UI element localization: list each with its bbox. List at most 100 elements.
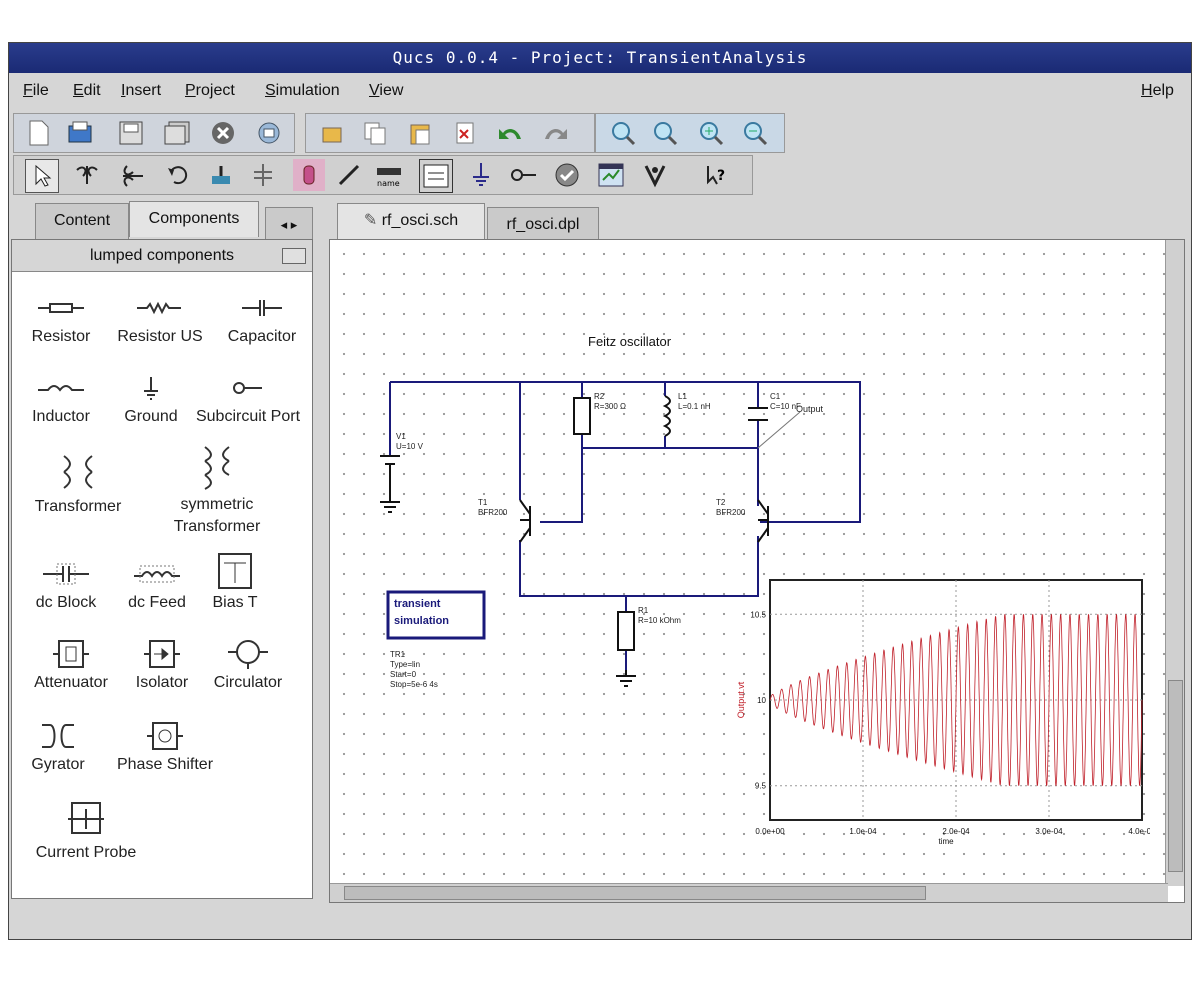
component-dc-feed[interactable]: dc Feed [112,554,202,612]
label-tool-icon[interactable]: name [373,159,405,191]
simulate-icon[interactable] [551,159,583,191]
rotate-icon[interactable] [163,159,195,191]
resistor-us-icon [106,288,214,328]
menu-file[interactable]: File [23,82,49,100]
insert-component-icon[interactable] [293,159,325,191]
toolbar-bottom: name ? [9,155,1191,195]
component-isolator[interactable]: Isolator [120,634,204,692]
tab-components[interactable]: Components [129,201,259,237]
component-resistor[interactable]: Resistor [16,288,106,346]
l1-label: L1 L=0.1 nH [678,392,711,412]
svg-text:name: name [377,179,400,188]
horizontal-scroll-thumb[interactable] [344,886,926,900]
select-tool-icon[interactable] [25,159,59,193]
component-subcircuit-port[interactable]: Subcircuit Port [184,368,312,426]
component-group-select[interactable]: lumped components [12,240,312,272]
redo-icon[interactable] [539,117,571,149]
component-label: symmetric Transformer [173,496,261,535]
component-symmetric-transformer[interactable]: symmetric Transformer [152,442,282,538]
component-attenuator[interactable]: Attenuator [16,634,126,692]
r1-name: R1 [638,606,649,615]
port-tool-icon[interactable] [507,159,539,191]
zoom-out-icon[interactable] [739,117,771,149]
equation-icon[interactable] [419,159,453,193]
x-tick-label: 3.0e-04 [1035,827,1063,836]
tab-schematic[interactable]: ✎ rf_osci.sch [337,203,485,239]
transformer-icon [16,446,140,498]
mirror-y-icon[interactable] [117,159,149,191]
tab-display[interactable]: rf_osci.dpl [487,207,599,243]
component-resistor-us[interactable]: Resistor US [106,288,214,346]
component-label: Inductor [32,408,90,425]
component-transformer[interactable]: Transformer [16,446,140,516]
inductor-icon [16,368,106,408]
marker-icon[interactable] [639,159,671,191]
save-all-icon[interactable] [161,117,193,149]
undo-icon[interactable] [495,117,527,149]
paste-icon[interactable] [405,117,437,149]
horizontal-scrollbar[interactable] [330,883,1168,902]
mirror-x-icon[interactable] [71,159,103,191]
component-circulator[interactable]: Circulator [198,634,298,692]
component-bias-t[interactable]: Bias T [192,548,278,612]
wire-tool-icon[interactable] [333,159,365,191]
transient-plot[interactable]: 0.0e+00 1.0e-04 2.0e-04 3.0e-04 4.0e-04 10.5 1… [730,570,1150,880]
capacitor-c1 [748,407,768,421]
sim-box-label[interactable]: transient simulation [394,596,449,630]
component-current-probe[interactable]: Current Probe [16,794,156,862]
component-label: Current Probe [35,844,137,861]
bias-t-icon [192,548,278,594]
component-label: Capacitor [227,328,297,345]
tab-content[interactable]: Content [35,203,129,239]
sim-param: Stop=5e-6 4s [390,680,438,689]
close-icon[interactable] [207,117,239,149]
component-capacitor[interactable]: Capacitor [216,288,308,346]
combo-dropdown-icon[interactable] [282,248,306,264]
menu-help[interactable]: Help [1141,82,1174,100]
component-phase-shifter[interactable]: Phase Shifter [100,716,230,774]
menu-insert[interactable]: Insert [121,82,161,100]
resistor-r2 [573,397,591,435]
component-ground[interactable]: Ground [106,368,196,426]
whats-this-icon[interactable]: ? [701,159,733,191]
ground-v1 [380,464,400,513]
zoom-selection-icon[interactable] [649,117,681,149]
save-icon[interactable] [115,117,147,149]
x-tick-label: 4.0e-04 [1128,827,1150,836]
component-gyrator[interactable]: Gyrator [16,716,100,774]
svg-text:?: ? [717,168,725,184]
menu-view[interactable]: View [369,82,403,100]
r2-value: R=300 Ω [594,402,626,411]
open-file-icon[interactable] [65,117,97,149]
print-icon[interactable] [253,117,285,149]
component-dc-block[interactable]: dc Block [16,554,116,612]
ground-tool-icon[interactable] [465,159,497,191]
component-inductor[interactable]: Inductor [16,368,106,426]
r1-label: R1 R=10 kOhm [638,606,681,626]
capacitor-icon [216,288,308,328]
t2-value: BFR200 [716,508,746,517]
component-label: dc Feed [128,594,186,611]
zoom-in-icon[interactable] [695,117,727,149]
delete-icon[interactable] [449,117,481,149]
schematic-canvas[interactable]: Feitz oscillator transient simulation TR… [329,239,1185,903]
subcircuit-port-icon [184,368,312,408]
new-file-icon[interactable] [23,117,55,149]
copy-icon[interactable] [359,117,391,149]
component-label: Resistor [31,328,91,345]
zoom-fit-icon[interactable] [607,117,639,149]
vertical-scroll-thumb[interactable] [1168,680,1183,872]
activate-icon[interactable] [205,159,237,191]
menu-edit[interactable]: Edit [73,82,101,100]
menu-project[interactable]: Project [185,82,235,100]
y-tick-label: 10 [757,696,766,705]
v1-value: U=10 V [396,442,423,451]
menu-simulation[interactable]: Simulation [265,82,340,100]
align-icon[interactable] [247,159,279,191]
component-label: Phase Shifter [116,756,214,773]
cut-icon[interactable] [317,117,349,149]
tab-scroll-arrows[interactable]: ◂ ▸ [265,207,313,243]
sim-box-line2: simulation [394,615,450,627]
vertical-scrollbar[interactable] [1165,240,1184,886]
view-data-icon[interactable] [595,159,627,191]
